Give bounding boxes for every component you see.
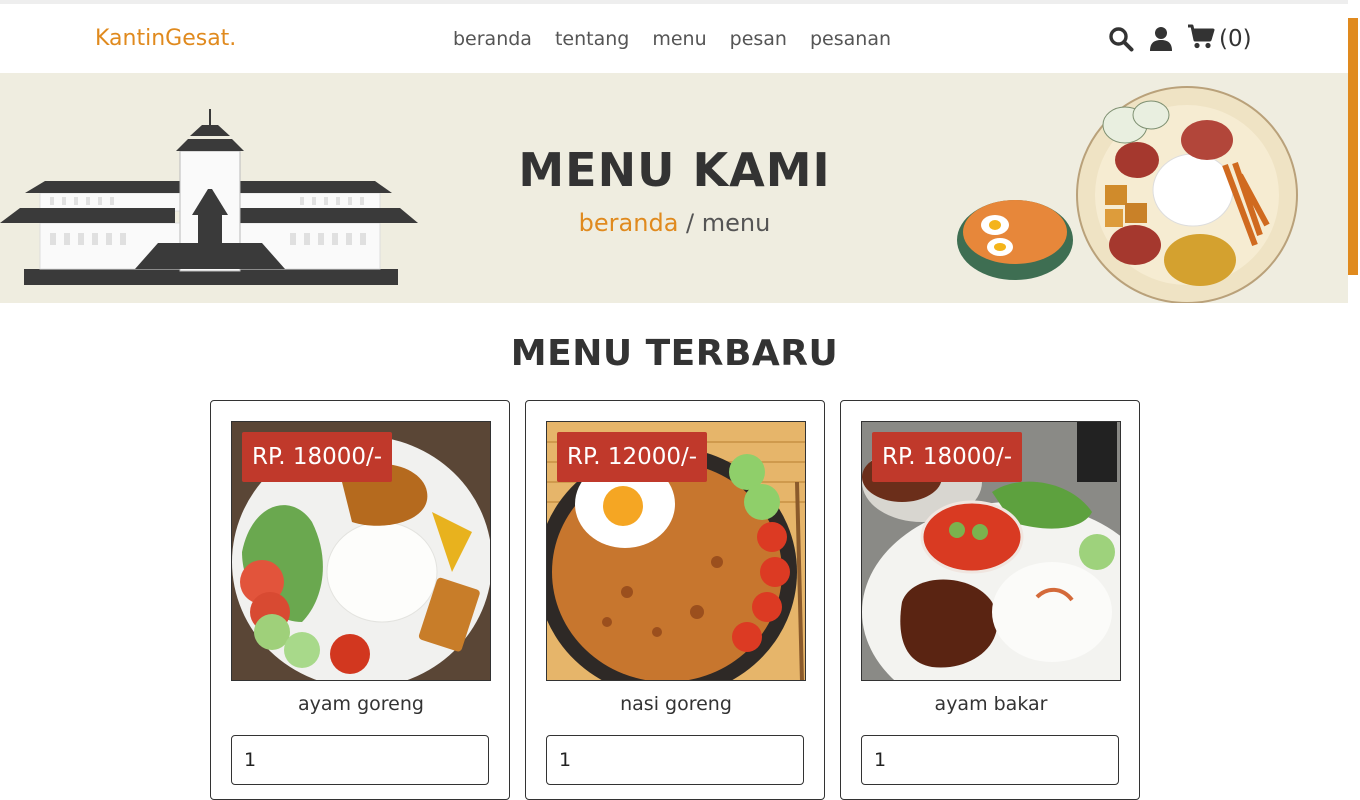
breadcrumb-separator: / (678, 209, 702, 237)
page-banner: MENU KAMI beranda / menu (0, 73, 1349, 303)
menu-item-name: ayam bakar (934, 693, 1048, 715)
menu-image: RP. 12000/- (546, 421, 806, 681)
nav-menu[interactable]: menu (652, 28, 706, 50)
cart-button[interactable]: (0) (1187, 24, 1252, 54)
menu-image: RP. 18000/- (861, 421, 1121, 681)
site-header: KantinGesat. beranda tentang menu pesan … (0, 4, 1348, 73)
main-nav: beranda tentang menu pesan pesanan (453, 28, 891, 50)
nav-pesan[interactable]: pesan (730, 28, 787, 50)
menu-card: RP. 18000/- ayam goreng (210, 400, 510, 800)
food-illustration (957, 86, 1298, 303)
user-icon[interactable] (1147, 25, 1175, 53)
breadcrumb-current: menu (701, 209, 771, 237)
quantity-input[interactable] (861, 735, 1119, 785)
menu-card: RP. 12000/- nasi goreng (525, 400, 825, 800)
cart-count: (0) (1219, 26, 1252, 52)
price-badge: RP. 18000/- (242, 432, 393, 482)
nav-tentang[interactable]: tentang (555, 28, 629, 50)
price-badge: RP. 12000/- (557, 432, 708, 482)
scrollbar[interactable] (1348, 0, 1360, 768)
price-badge: RP. 18000/- (872, 432, 1023, 482)
menu-image: RP. 18000/- (231, 421, 491, 681)
quantity-input[interactable] (546, 735, 804, 785)
scrollbar-thumb[interactable] (1348, 18, 1358, 275)
header-icons: (0) (1107, 24, 1252, 54)
logo[interactable]: KantinGesat. (95, 26, 236, 51)
nav-pesanan[interactable]: pesanan (810, 28, 891, 50)
menu-item-name: ayam goreng (298, 693, 424, 715)
cart-icon (1187, 24, 1215, 54)
breadcrumb-home-link[interactable]: beranda (579, 209, 679, 237)
nav-beranda[interactable]: beranda (453, 28, 532, 50)
search-icon[interactable] (1107, 25, 1135, 53)
quantity-input[interactable] (231, 735, 489, 785)
section-title: MENU TERBARU (510, 333, 839, 374)
menu-item-name: nasi goreng (620, 693, 732, 715)
menu-card: RP. 18000/- ayam bakar (840, 400, 1140, 800)
